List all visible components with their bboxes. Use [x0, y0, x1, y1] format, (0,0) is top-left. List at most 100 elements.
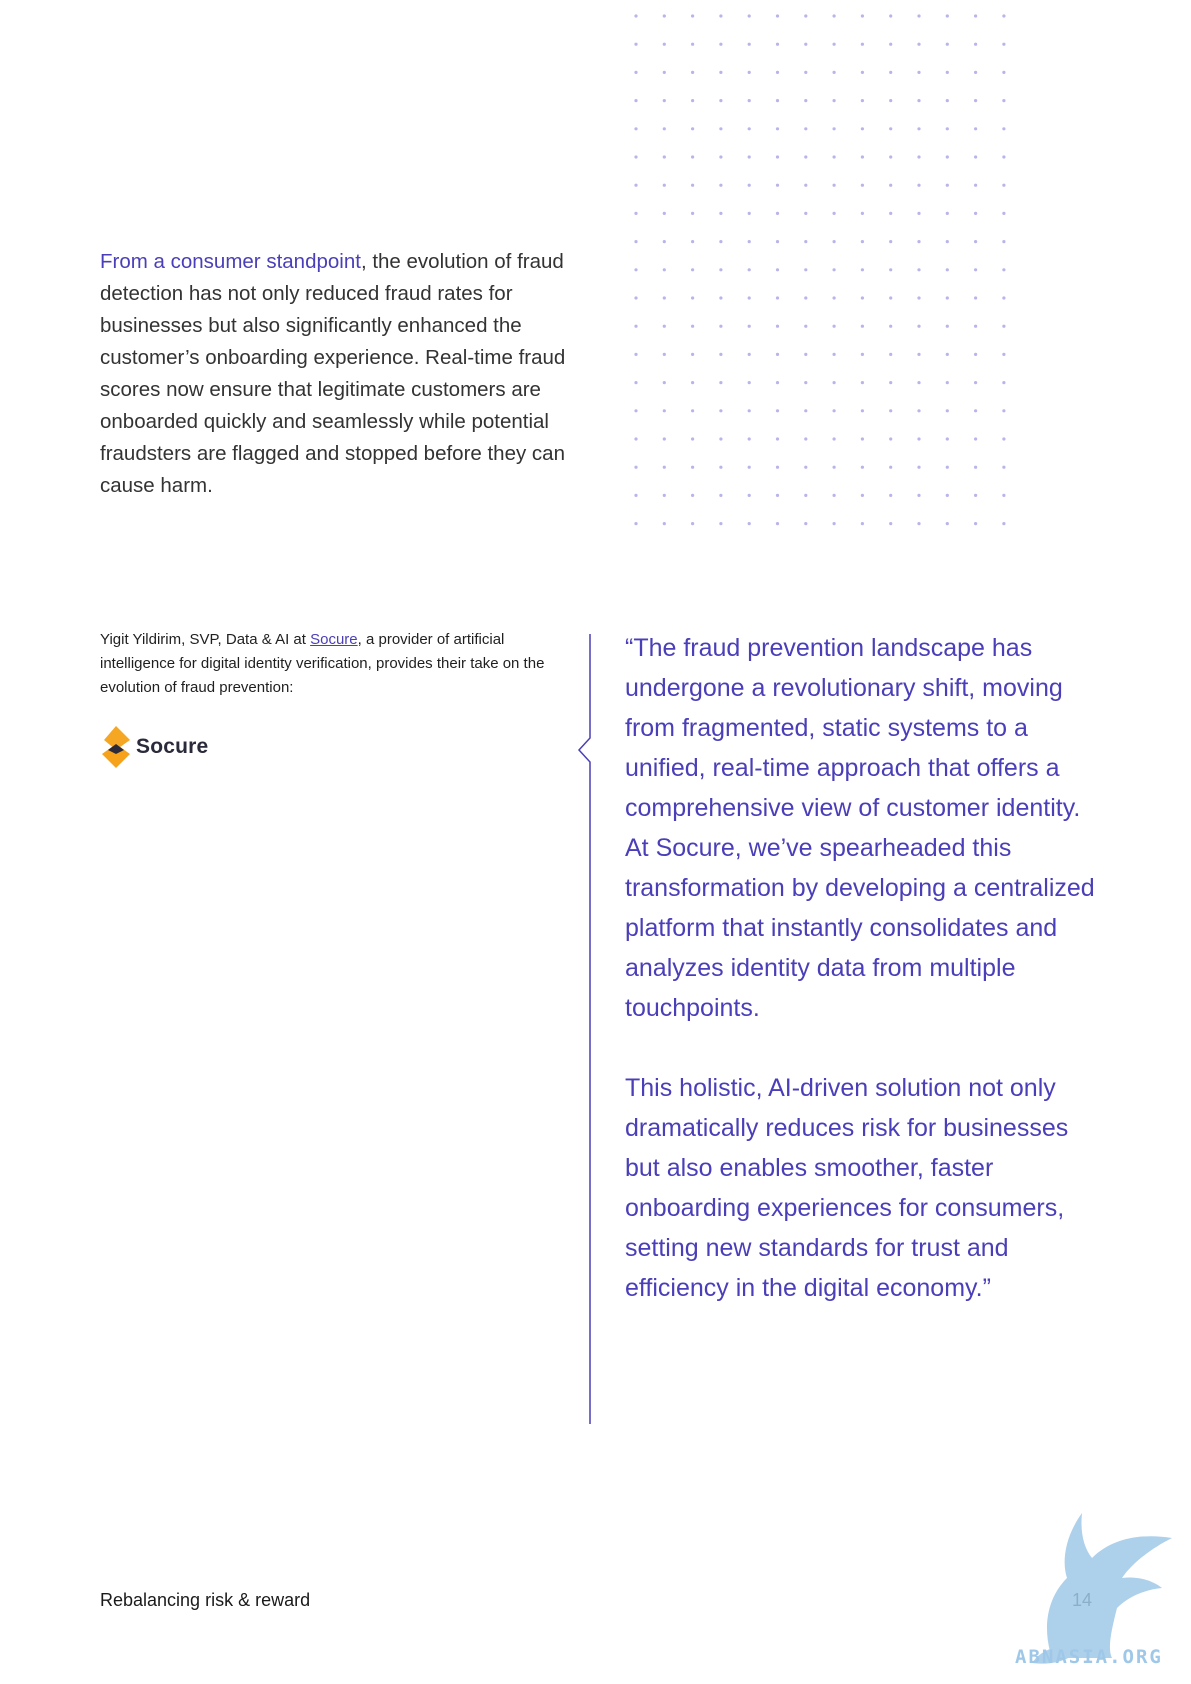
decorative-dot — [662, 324, 666, 328]
decorative-dot — [832, 14, 836, 18]
decorative-dot — [917, 409, 921, 413]
decorative-dot — [662, 183, 666, 187]
decorative-dot — [974, 437, 978, 441]
decorative-dot — [945, 268, 949, 272]
quote-paragraph-2: This holistic, AI-driven solution not on… — [625, 1074, 1069, 1302]
decorative-dot — [719, 70, 723, 74]
decorative-dot — [804, 183, 808, 187]
decorative-dot — [860, 493, 864, 497]
decorative-dot — [775, 522, 780, 526]
decorative-dot — [917, 437, 921, 441]
decorative-dot — [634, 522, 638, 526]
decorative-dot — [974, 14, 978, 18]
decorative-dot — [889, 324, 893, 328]
socure-link[interactable]: Socure — [310, 631, 358, 648]
decorative-dot — [889, 127, 893, 131]
decorative-dot — [917, 296, 921, 300]
decorative-dot — [662, 493, 666, 497]
decorative-dot — [832, 465, 836, 469]
decorative-dot — [917, 42, 921, 46]
decorative-dot — [1002, 42, 1006, 46]
decorative-dot — [691, 381, 695, 385]
decorative-dot — [719, 409, 723, 413]
decorative-dot — [974, 268, 978, 272]
decorative-dot — [747, 183, 751, 187]
decorative-dot — [945, 240, 949, 244]
decorative-dot — [860, 437, 864, 441]
socure-logo-mark-icon — [102, 726, 130, 768]
decorative-dot — [945, 127, 949, 131]
decorative-dot — [1002, 240, 1006, 244]
decorative-dot — [860, 409, 864, 413]
decorative-dot — [860, 99, 864, 103]
decorative-dot — [804, 437, 808, 441]
decorative-dot — [945, 437, 949, 441]
decorative-dot — [804, 70, 808, 74]
decorative-dot — [691, 465, 695, 469]
decorative-dot — [747, 437, 751, 441]
decorative-dot — [747, 155, 751, 159]
decorative-dot — [775, 324, 780, 328]
watermark-text: ABNASIA.ORG — [1015, 1646, 1163, 1668]
decorative-dot — [719, 324, 723, 328]
decorative-dot — [832, 127, 836, 131]
decorative-dot — [691, 352, 695, 356]
decorative-dot — [889, 70, 893, 74]
decorative-dot — [974, 183, 978, 187]
decorative-dot — [634, 465, 638, 469]
decorative-dot — [719, 211, 723, 215]
decorative-dot — [775, 240, 780, 244]
decorative-dot — [634, 99, 638, 103]
decorative-dot — [719, 493, 723, 497]
decorative-dot — [917, 211, 921, 215]
decorative-dot — [860, 296, 864, 300]
quote-bracket-divider — [577, 634, 591, 1424]
decorative-dot — [719, 14, 723, 18]
decorative-dot — [747, 211, 751, 215]
decorative-dot — [747, 127, 751, 131]
socure-logo: Socure — [100, 726, 208, 768]
intro-body: , the evolution of fraud detection has n… — [100, 250, 566, 497]
decorative-dot — [804, 268, 808, 272]
decorative-dot — [691, 268, 695, 272]
decorative-dot — [634, 70, 638, 74]
decorative-dot — [804, 522, 808, 526]
decorative-dot — [917, 493, 921, 497]
decorative-dot — [804, 14, 808, 18]
decorative-dot — [832, 240, 836, 244]
decorative-dot — [662, 522, 666, 526]
decorative-dot — [832, 437, 836, 441]
decorative-dot — [945, 99, 949, 103]
decorative-dot — [634, 268, 638, 272]
decorative-dot — [804, 42, 808, 46]
decorative-dot — [804, 296, 808, 300]
decorative-dot — [634, 155, 638, 159]
decorative-dot — [719, 352, 723, 356]
decorative-dot — [747, 240, 751, 244]
decorative-dot — [804, 324, 808, 328]
footer-document-title: Rebalancing risk & reward — [100, 1590, 311, 1610]
decorative-dot — [860, 268, 864, 272]
decorative-dot — [917, 268, 921, 272]
decorative-dot — [747, 324, 751, 328]
decorative-dot — [662, 437, 666, 441]
decorative-dot — [804, 155, 808, 159]
pull-quote: “The fraud prevention landscape has unde… — [625, 628, 1095, 1308]
decorative-dot — [804, 381, 808, 385]
decorative-dot — [691, 324, 695, 328]
decorative-dot — [860, 14, 864, 18]
decorative-dot — [775, 70, 780, 74]
decorative-dot — [662, 268, 666, 272]
decorative-dot — [945, 493, 949, 497]
decorative-dot — [1002, 70, 1006, 74]
decorative-dot — [775, 296, 780, 300]
decorative-dot — [662, 240, 666, 244]
decorative-dot — [974, 296, 978, 300]
decorative-dot — [860, 155, 864, 159]
decorative-dot — [804, 465, 808, 469]
decorative-dot — [775, 437, 780, 441]
decorative-dot — [832, 409, 836, 413]
decorative-dot — [917, 99, 921, 103]
decorative-dot — [747, 522, 751, 526]
decorative-dot — [804, 493, 808, 497]
